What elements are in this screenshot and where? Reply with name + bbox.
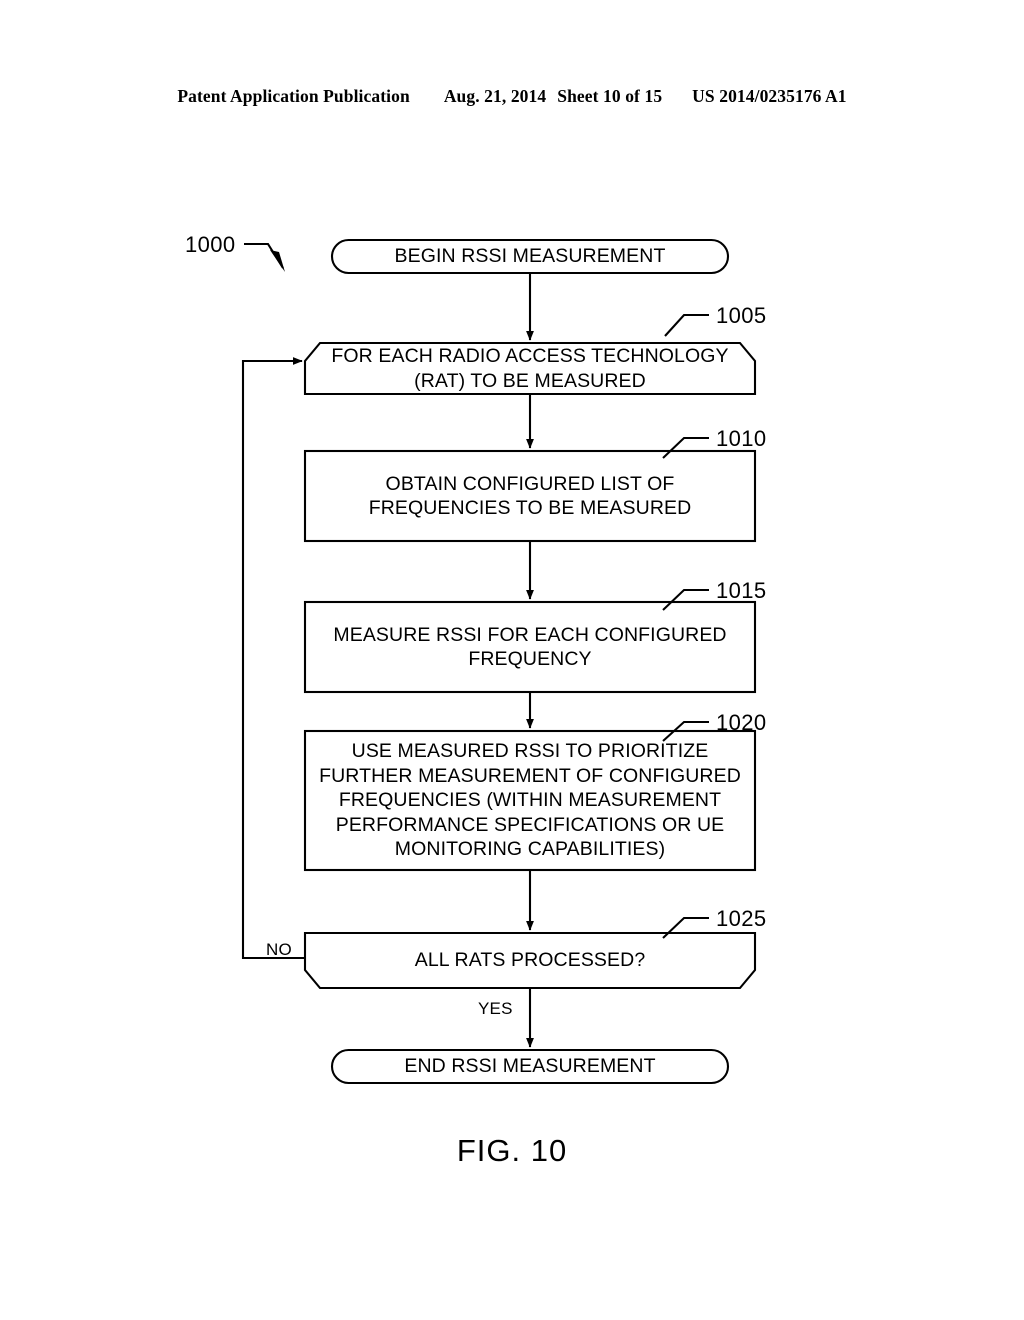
- node-shape-all-rats: [303, 931, 757, 990]
- arrow-1000: [270, 250, 285, 272]
- edge-label-no: NO: [266, 940, 292, 959]
- node-shape-prioritize: [303, 729, 757, 872]
- edge-label-yes: YES: [478, 999, 513, 1018]
- leader-1015: [662, 588, 709, 611]
- ref-label-1000: 1000: [185, 232, 236, 257]
- leader-1005: [664, 313, 709, 337]
- node-shape-for-each-rat: [303, 341, 757, 396]
- ref-label-1015: 1015: [716, 578, 767, 603]
- connector-no-feedback: [241, 357, 305, 960]
- node-shape-begin: [330, 238, 730, 275]
- figure-caption: FIG. 10: [456, 1133, 568, 1168]
- node-shape-end: [330, 1048, 730, 1085]
- node-shape-measure-rssi: [303, 600, 757, 694]
- ref-label-1005: 1005: [716, 303, 767, 328]
- leader-1025: [662, 916, 709, 939]
- node-shape-obtain-list: [303, 449, 757, 543]
- ref-label-1010: 1010: [716, 426, 767, 451]
- leader-1010: [662, 436, 709, 459]
- ref-label-1025: 1025: [716, 906, 767, 931]
- flowchart-diagram: [241, 238, 757, 1085]
- ref-label-1020: 1020: [716, 710, 767, 735]
